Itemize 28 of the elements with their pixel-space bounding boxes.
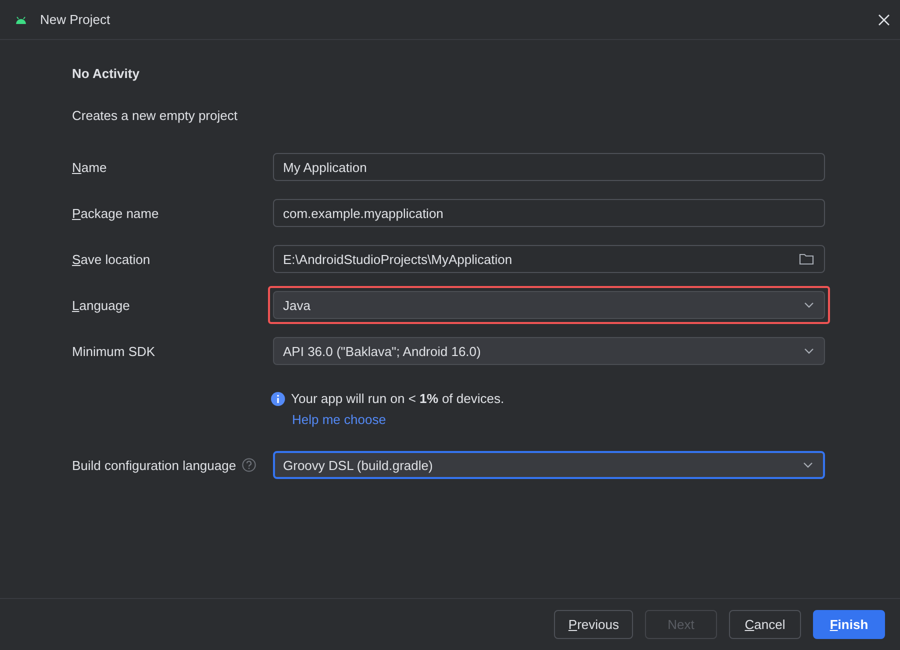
field-label: Minimum SDK — [72, 344, 156, 358]
field-label: Save location — [72, 252, 152, 266]
close-icon[interactable] — [878, 14, 890, 26]
folder-icon[interactable] — [799, 253, 814, 265]
dialog-button[interactable]: Cancel — [729, 610, 801, 639]
dropdown[interactable]: Java — [273, 291, 825, 319]
chevron-down-icon — [804, 348, 814, 354]
info-message: Your app will run on < 1% of devices. — [291, 391, 504, 406]
chevron-down-icon — [804, 302, 814, 308]
page-description: Creates a new empty project — [72, 108, 238, 123]
dialog-button[interactable]: Previous — [554, 610, 633, 639]
help-icon[interactable] — [242, 458, 256, 472]
dropdown[interactable]: Groovy DSL (build.gradle) — [273, 451, 825, 479]
field-label: Build configuration language — [72, 458, 236, 472]
field-label: Package name — [72, 206, 160, 220]
input-field[interactable]: E:\AndroidStudioProjects\MyApplication — [273, 245, 825, 273]
field-label: Name — [72, 160, 108, 174]
info-icon — [271, 392, 285, 406]
input-field[interactable]: com.example.myapplication — [273, 199, 825, 227]
field-label: Language — [72, 298, 131, 312]
help-link[interactable]: Help me choose — [292, 412, 386, 427]
window-title: New Project — [40, 12, 112, 27]
android-icon — [15, 16, 27, 24]
chevron-down-icon — [803, 462, 813, 468]
dropdown[interactable]: API 36.0 ("Baklava"; Android 16.0) — [273, 337, 825, 365]
page-heading: No Activity — [72, 66, 140, 81]
finish-button[interactable]: Finish — [813, 610, 885, 639]
input-field[interactable]: My Application — [273, 153, 825, 181]
